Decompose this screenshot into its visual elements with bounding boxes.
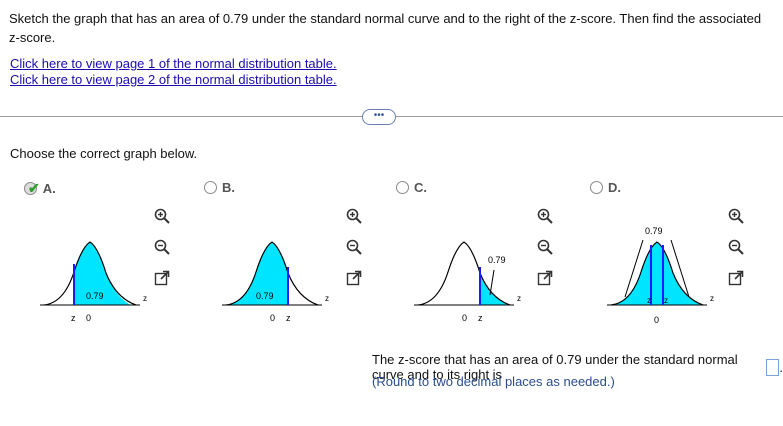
zoom-controls-a bbox=[154, 208, 170, 286]
zoom-out-icon[interactable] bbox=[154, 239, 170, 255]
table-page-1-link[interactable]: Click here to view page 1 of the normal … bbox=[10, 56, 337, 71]
axis-label: z bbox=[710, 294, 714, 303]
zoom-in-icon[interactable] bbox=[154, 208, 170, 224]
option-d[interactable]: D. bbox=[590, 180, 621, 195]
expand-icon[interactable] bbox=[154, 270, 170, 286]
area-label: 0.79 bbox=[256, 291, 274, 301]
rounding-hint: (Round to two decimal places as needed.) bbox=[372, 374, 615, 389]
z-label: z bbox=[286, 313, 291, 323]
option-a-label: A. bbox=[42, 181, 56, 196]
z-label: z bbox=[71, 313, 76, 323]
zoom-in-icon[interactable] bbox=[728, 208, 744, 224]
expand-icon[interactable] bbox=[537, 270, 553, 286]
zero-label: 0 bbox=[270, 313, 275, 323]
zoom-out-icon[interactable] bbox=[346, 239, 362, 255]
radio-b[interactable] bbox=[204, 181, 217, 194]
axis-label: z bbox=[517, 294, 521, 303]
table-page-2-link[interactable]: Click here to view page 2 of the normal … bbox=[10, 72, 337, 87]
area-label: 0.79 bbox=[488, 255, 506, 265]
radio-c[interactable] bbox=[396, 181, 409, 194]
answer-suffix: . bbox=[779, 359, 783, 375]
zoom-out-icon[interactable] bbox=[728, 239, 744, 255]
option-b-label: B. bbox=[222, 180, 235, 195]
graph-b: 0.79 0 z z bbox=[222, 241, 329, 323]
shaded-area bbox=[480, 273, 510, 305]
pointer-line bbox=[489, 269, 495, 296]
radio-d[interactable] bbox=[590, 181, 603, 194]
z-label-right: z bbox=[664, 296, 668, 305]
graph-c: 0.79 0 z z bbox=[414, 241, 521, 323]
zoom-in-icon[interactable] bbox=[537, 208, 553, 224]
zoom-out-icon[interactable] bbox=[537, 239, 553, 255]
option-a[interactable]: ✔ A. bbox=[24, 180, 56, 197]
expand-icon[interactable] bbox=[728, 270, 744, 286]
axis-label: z bbox=[325, 294, 329, 303]
zero-label: 0 bbox=[462, 313, 467, 323]
option-d-label: D. bbox=[608, 180, 621, 195]
expand-icon[interactable] bbox=[346, 270, 362, 286]
z-label: z bbox=[478, 313, 483, 323]
axis-label: z bbox=[143, 294, 147, 303]
zoom-controls-d bbox=[728, 208, 744, 286]
z-label-left: z bbox=[647, 296, 651, 305]
question-text: Sketch the graph that has an area of 0.7… bbox=[9, 11, 762, 45]
zero-label: 0 bbox=[654, 315, 659, 325]
zoom-controls-b bbox=[346, 208, 362, 286]
zoom-controls-c bbox=[537, 208, 553, 286]
more-button[interactable]: ••• bbox=[362, 109, 396, 125]
check-icon: ✔ bbox=[28, 180, 40, 196]
zoom-in-icon[interactable] bbox=[346, 208, 362, 224]
graph-a: 0.79 z 0 z bbox=[40, 241, 147, 323]
shaded-area bbox=[611, 242, 703, 305]
zero-label: 0 bbox=[86, 313, 91, 323]
area-label: 0.79 bbox=[86, 291, 104, 301]
option-c[interactable]: C. bbox=[396, 180, 427, 195]
normal-curve bbox=[417, 241, 511, 306]
area-label: 0.79 bbox=[645, 226, 663, 236]
answer-input[interactable] bbox=[766, 358, 780, 376]
option-c-label: C. bbox=[414, 180, 427, 195]
option-b[interactable]: B. bbox=[204, 180, 235, 195]
choose-label: Choose the correct graph below. bbox=[10, 146, 198, 161]
graph-d: 0.79 z z 0 z bbox=[607, 226, 714, 325]
